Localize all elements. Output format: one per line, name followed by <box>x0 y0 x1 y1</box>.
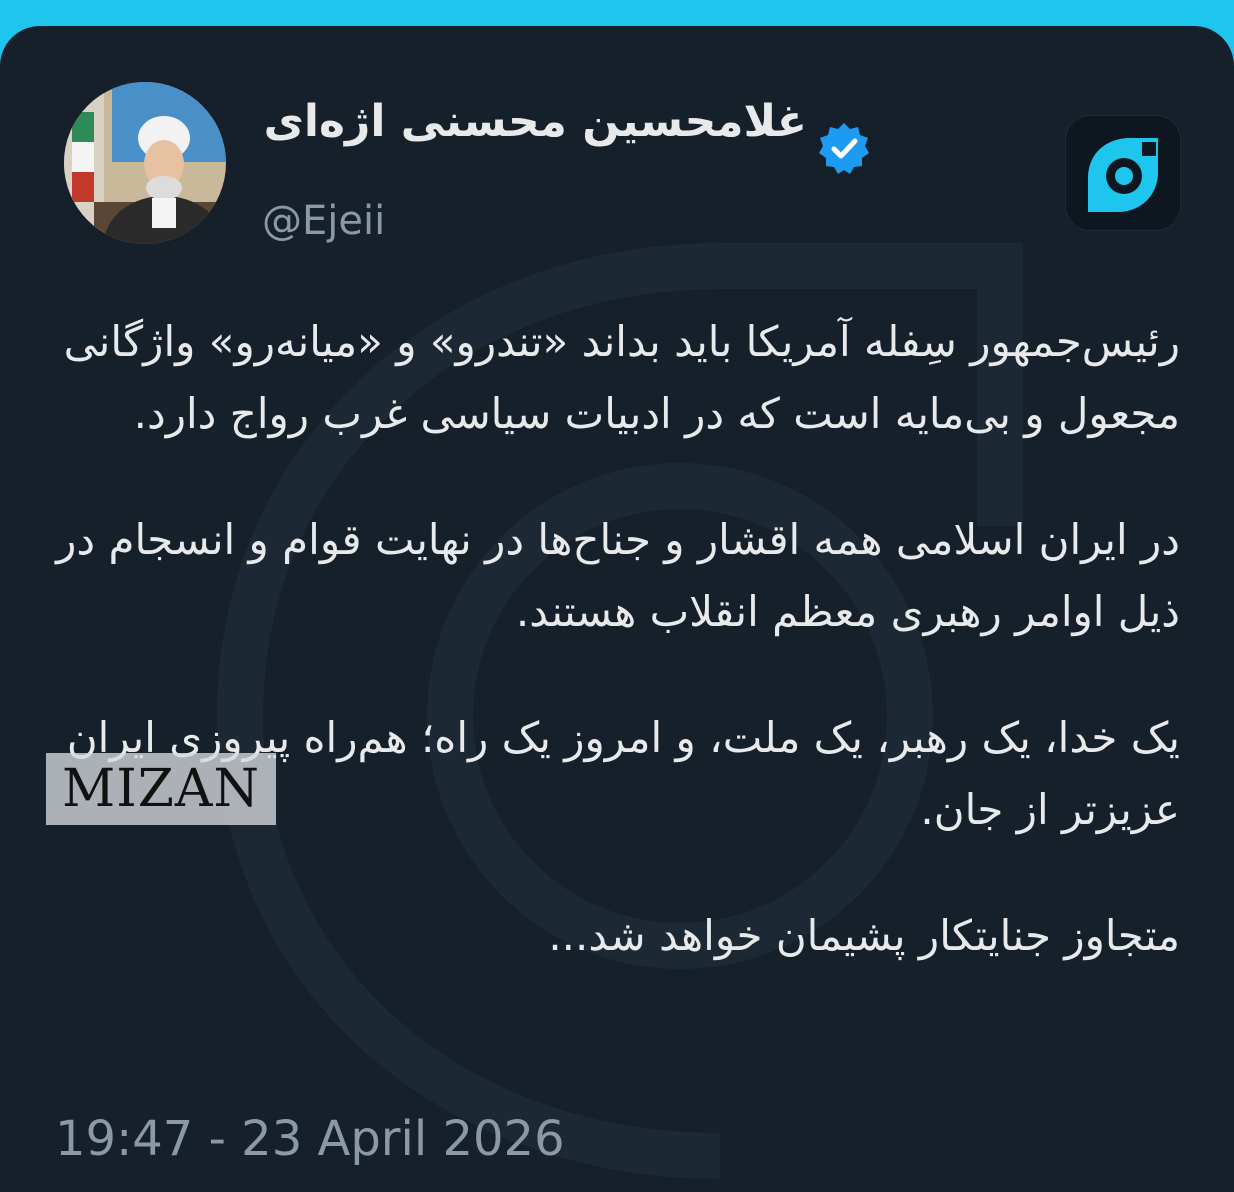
tweet-paragraph: رئیس‌جمهور سِفله آمریکا باید بداند «تندر… <box>63 317 1180 438</box>
author-handle[interactable]: @Ejeii <box>262 198 385 244</box>
tweet-text: رئیس‌جمهور سِفله آمریکا باید بداند «تندر… <box>50 306 1180 1026</box>
tweet-card: غلامحسین محسنی اژه‌ای @Ejeii رئیس‌جمهور … <box>0 26 1234 1192</box>
verified-badge-icon <box>819 123 869 174</box>
app-logo-icon <box>1066 116 1180 230</box>
tweet-timestamp[interactable]: 19:47 - 23 April 2026 <box>55 1111 565 1167</box>
avatar[interactable] <box>64 82 226 244</box>
mizan-watermark: MIZAN <box>46 753 276 825</box>
author-display-name[interactable]: غلامحسین محسنی اژه‌ای <box>264 96 807 147</box>
tweet-paragraph: در ایران اسلامی همه اقشار و جناح‌ها در ن… <box>56 515 1180 636</box>
tweet-paragraph: متجاوز جنایتکار پشیمان خواهد شد... <box>548 911 1180 960</box>
